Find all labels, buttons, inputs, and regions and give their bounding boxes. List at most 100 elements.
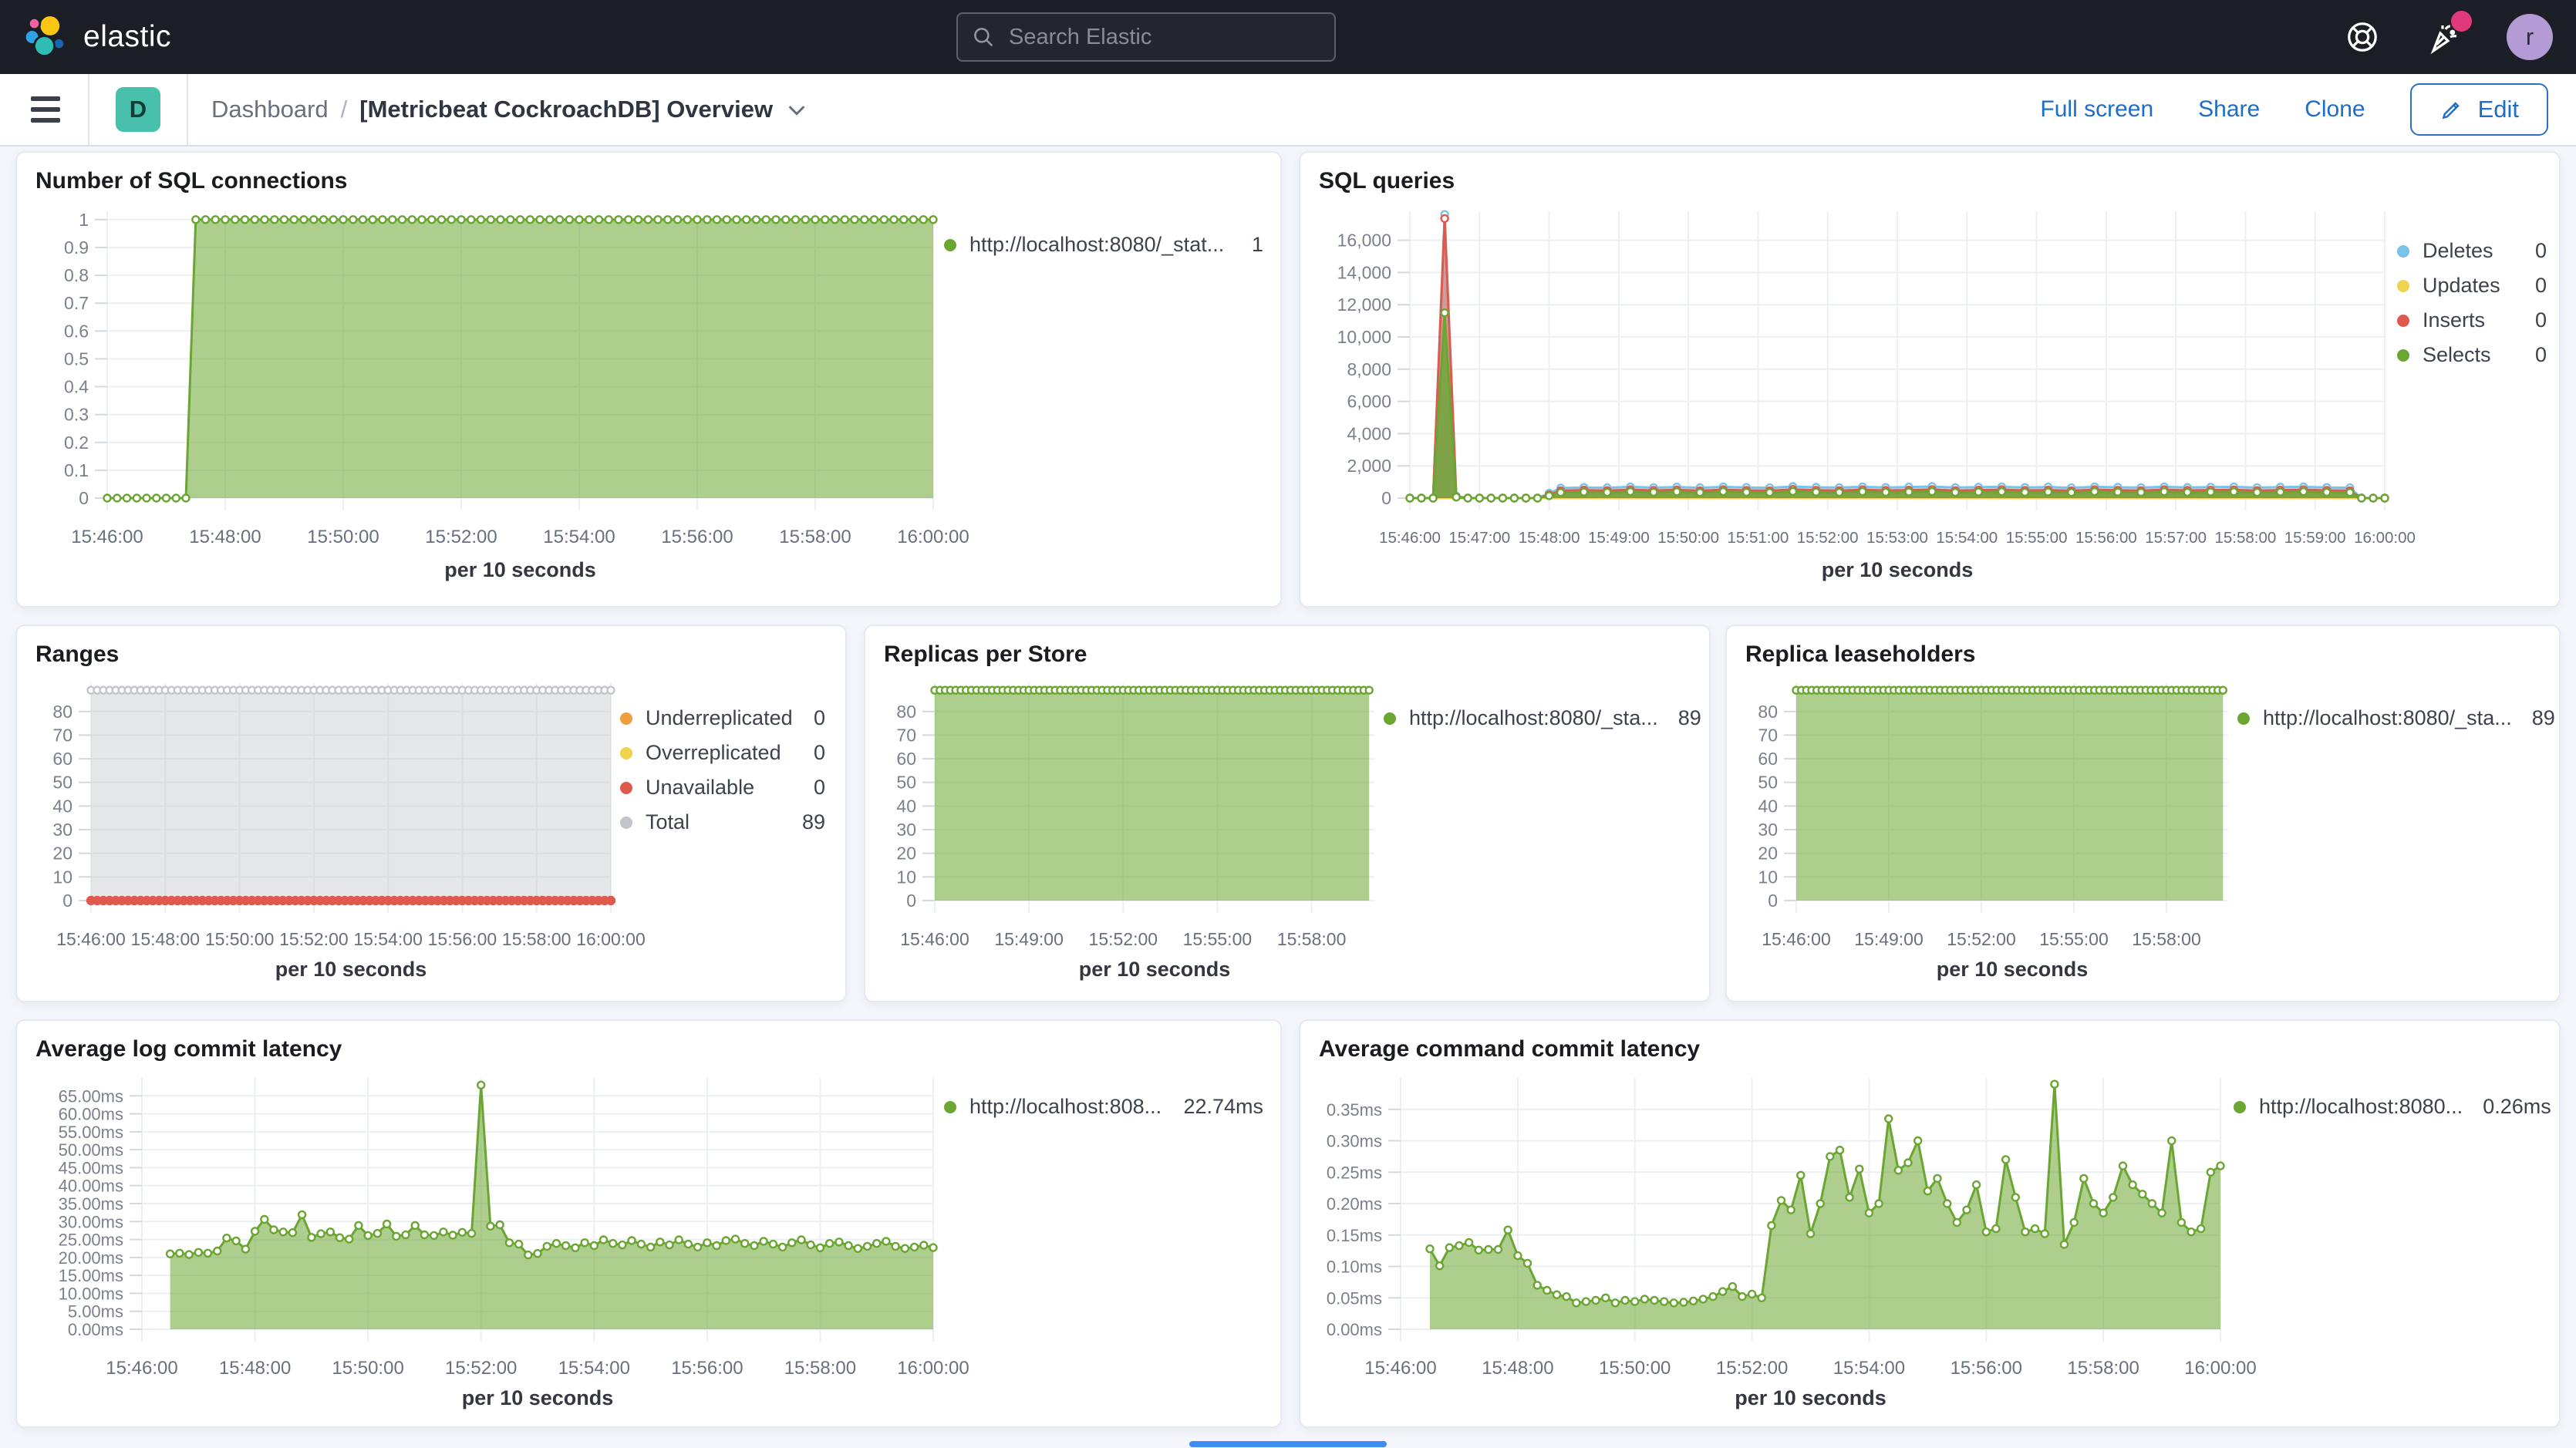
svg-text:70: 70 [896,725,916,745]
svg-text:0.00ms: 0.00ms [1327,1320,1382,1339]
chevron-down-icon[interactable] [785,98,808,121]
svg-text:15:49:00: 15:49:00 [1588,529,1650,547]
svg-text:8,000: 8,000 [1347,359,1391,379]
scrollbar-thumb[interactable] [1189,1441,1387,1447]
svg-text:50: 50 [52,773,72,793]
svg-text:10: 10 [52,867,72,887]
legend: http://localhost:808...22.74ms [944,1067,1268,1130]
panel-title[interactable]: Average log commit latency [35,1036,1263,1062]
elastic-brand[interactable]: elastic [23,15,171,59]
svg-text:16,000: 16,000 [1337,231,1391,251]
legend-item[interactable]: Inserts0 [2397,308,2547,332]
legend: Deletes0 Updates0 Inserts0 Selects0 [2397,199,2551,378]
svg-text:70: 70 [1758,725,1778,745]
share-link[interactable]: Share [2198,96,2260,123]
svg-text:15:51:00: 15:51:00 [1727,529,1789,547]
svg-text:15:50:00: 15:50:00 [1657,529,1719,547]
svg-text:0.8: 0.8 [64,265,89,285]
legend-item[interactable]: Deletes0 [2397,239,2547,263]
svg-text:40: 40 [52,796,72,816]
legend-item[interactable]: Underreplicated0 [620,706,825,730]
legend-dot-icon [620,747,632,759]
legend-label: Overreplicated [646,741,794,765]
svg-text:15:47:00: 15:47:00 [1448,529,1510,547]
svg-text:60.00ms: 60.00ms [59,1105,123,1124]
svg-text:40.00ms: 40.00ms [59,1177,123,1196]
svg-text:0: 0 [1381,488,1391,508]
legend-item[interactable]: Updates0 [2397,274,2547,298]
global-search[interactable] [956,12,1336,62]
chart-svg: 15:46:0015:48:0015:50:0015:52:0015:54:00… [34,199,944,584]
top-bar: elastic r [0,0,2576,74]
legend-item[interactable]: Overreplicated0 [620,741,825,765]
panel-title[interactable]: Ranges [35,641,828,668]
panel-title[interactable]: Replica leaseholders [1745,641,2542,668]
svg-text:2,000: 2,000 [1347,456,1391,476]
legend-value: 0 [2535,343,2547,367]
svg-text:20: 20 [52,844,72,864]
svg-text:16:00:00: 16:00:00 [2354,529,2416,547]
panel-title[interactable]: Average command commit latency [1319,1036,2542,1062]
dashboard-badge[interactable]: D [116,87,160,132]
legend-dot-icon [620,782,632,794]
legend-item[interactable]: http://localhost:8080...0.26ms [2234,1095,2537,1119]
svg-text:15:46:00: 15:46:00 [71,527,143,547]
help-button[interactable] [2343,18,2382,56]
svg-text:15:54:00: 15:54:00 [558,1358,630,1379]
svg-text:15:53:00: 15:53:00 [1866,529,1928,547]
svg-text:14,000: 14,000 [1337,262,1391,282]
legend-item[interactable]: http://localhost:8080/_sta...89 [1384,706,1694,730]
svg-text:60: 60 [52,749,72,769]
legend-dot-icon [944,1101,956,1113]
news-feed-button[interactable] [2425,18,2463,56]
panel-sql-queries: SQL queries 15:46:0015:47:0015:48:0015:4… [1299,151,2561,608]
chart-svg: 15:46:0015:48:0015:50:0015:52:0015:54:00… [1317,1067,2231,1413]
svg-text:15:54:00: 15:54:00 [543,527,615,547]
panel-title[interactable]: Replicas per Store [884,641,1692,668]
svg-text:10: 10 [896,867,916,887]
sql-connections-chart: 15:46:0015:48:0015:50:0015:52:0015:54:00… [34,199,944,588]
svg-text:0.3: 0.3 [64,405,89,425]
svg-text:55.00ms: 55.00ms [59,1123,123,1142]
svg-text:15:49:00: 15:49:00 [1854,929,1924,949]
legend-dot-icon [620,712,632,725]
svg-text:per 10 seconds: per 10 seconds [444,558,596,581]
user-avatar[interactable]: r [2507,14,2553,60]
svg-text:20: 20 [896,844,916,864]
legend-item[interactable]: http://localhost:8080/_stat...1 [944,233,1263,257]
toolbar: D Dashboard / [Metricbeat CockroachDB] O… [0,74,2576,146]
legend-value: 89 [802,810,825,834]
legend-value: 22.74ms [1183,1095,1263,1119]
replica-leaseholders-chart: 15:46:0015:49:0015:52:0015:55:0015:58:00… [1744,672,2237,988]
panel-title[interactable]: Number of SQL connections [35,168,1263,194]
legend-item[interactable]: http://localhost:8080/_sta...89 [2237,706,2541,730]
svg-text:15:54:00: 15:54:00 [1936,529,1998,547]
legend-item[interactable]: Selects0 [2397,343,2547,367]
svg-text:30.00ms: 30.00ms [59,1212,123,1231]
elastic-logo-icon [23,15,68,59]
svg-text:16:00:00: 16:00:00 [897,527,969,547]
breadcrumb-separator: / [341,96,348,123]
legend-item[interactable]: http://localhost:808...22.74ms [944,1095,1263,1119]
svg-text:30: 30 [52,820,72,840]
svg-text:0.15ms: 0.15ms [1327,1226,1382,1245]
search-input[interactable] [1007,24,1322,51]
svg-text:16:00:00: 16:00:00 [2184,1358,2256,1379]
panel-sql-connections: Number of SQL connections 15:46:00 15:48:… [15,151,1282,608]
svg-text:0.20ms: 0.20ms [1327,1194,1382,1214]
svg-text:15:52:00: 15:52:00 [1716,1358,1788,1379]
full-screen-link[interactable]: Full screen [2040,96,2153,123]
breadcrumb-dashboard[interactable]: Dashboard [211,96,329,123]
edit-button[interactable]: Edit [2410,83,2548,136]
svg-text:10.00ms: 10.00ms [59,1284,123,1303]
svg-text:per 10 seconds: per 10 seconds [1735,1386,1886,1409]
legend-item[interactable]: Total89 [620,810,825,834]
clone-link[interactable]: Clone [2305,96,2365,123]
chart-svg: 15:46:0015:48:0015:50:0015:52:0015:54:00… [34,672,620,984]
menu-button[interactable] [31,96,60,123]
legend-item[interactable]: Unavailable0 [620,776,825,800]
panel-title[interactable]: SQL queries [1319,168,2542,194]
svg-text:0.5: 0.5 [64,349,89,369]
legend-value: 89 [2532,706,2555,730]
svg-text:15:48:00: 15:48:00 [189,527,261,547]
